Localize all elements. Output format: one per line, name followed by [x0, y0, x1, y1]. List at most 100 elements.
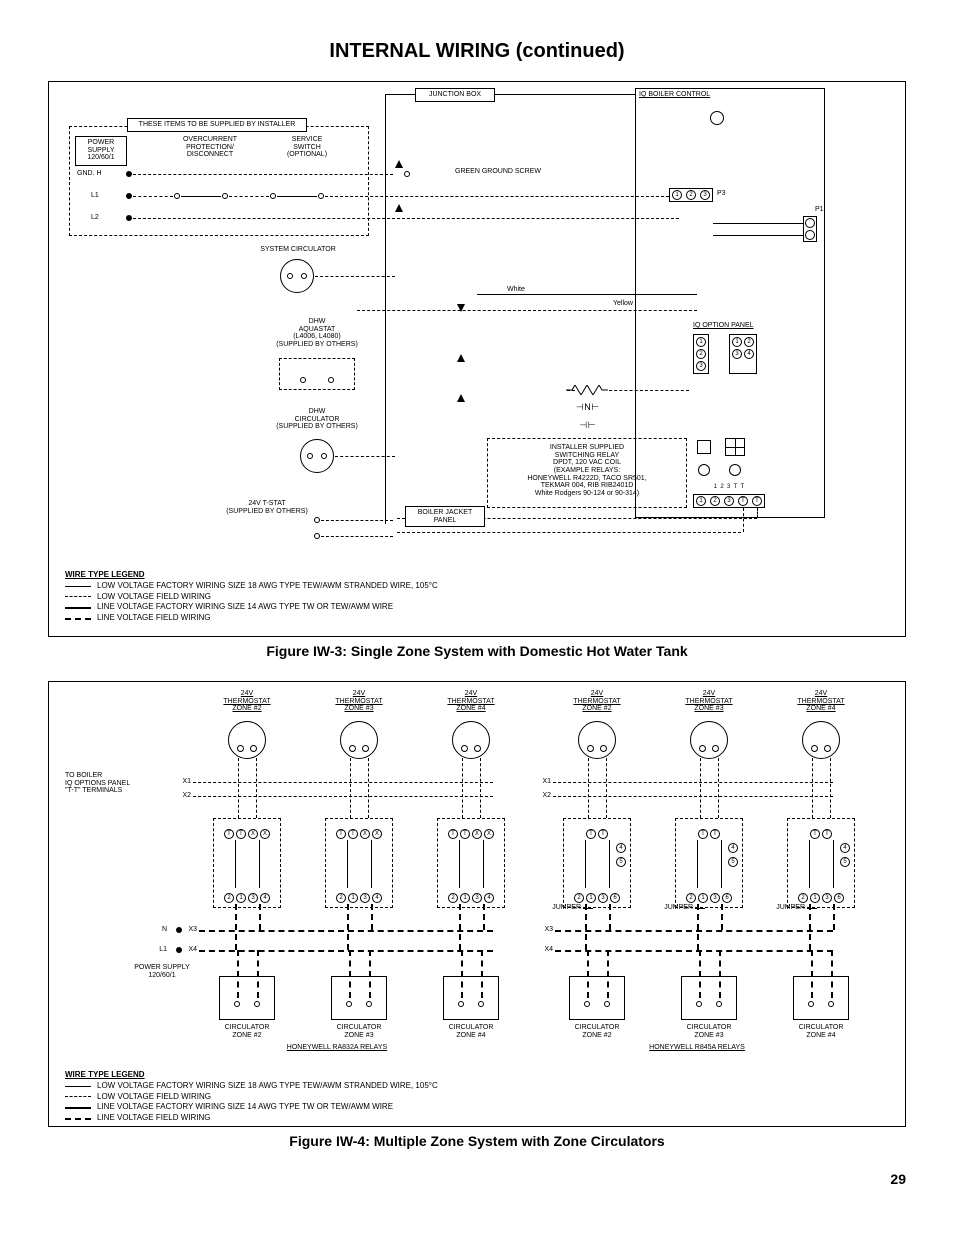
- relay-int-a-4: [697, 840, 698, 888]
- l1-label-iw4: L1: [149, 946, 167, 954]
- tt-numbers: 1 2 3 T T: [693, 484, 765, 491]
- overcurrent-label: OVERCURRENT PROTECTION/ DISCONNECT: [175, 136, 245, 159]
- x2-bus-r: [553, 796, 833, 797]
- option-left-1: 1: [696, 337, 706, 347]
- relay-top-term-2-3: X: [484, 829, 494, 839]
- circ-feed-b-0: [257, 950, 259, 998]
- figure-iw4-frame: TO BOILER IQ OPTIONS PANEL "T-T" TERMINA…: [48, 681, 906, 1127]
- relay-side-term-3-0: 4: [616, 843, 626, 853]
- option-right-4: 4: [744, 349, 754, 359]
- relay-nc-contact-icon: ⊣ ⊢: [579, 421, 594, 431]
- relay-int-a-0: [235, 840, 236, 888]
- circ-label-3: CIRCULATOR ZONE #2: [563, 1024, 631, 1039]
- circ-t2-2: [478, 1001, 484, 1007]
- tt-term-3: 3: [724, 496, 734, 506]
- relay-bot-term-1-1: 1: [348, 893, 358, 903]
- figure-iw3-caption: Figure IW-3: Single Zone System with Dom…: [48, 643, 906, 659]
- tstat-header-3: 24V THERMOSTAT ZONE #2: [563, 690, 631, 713]
- x3-drop-4: [697, 904, 699, 950]
- system-circulator-label: SYSTEM CIRCULATOR: [243, 246, 353, 254]
- tstat-icon-3: [578, 721, 616, 759]
- circ-feed-a-5: [811, 950, 813, 998]
- l1-wire-c: [325, 196, 679, 197]
- relay-bot-term-4-2: 3: [710, 893, 720, 903]
- power-supply-iw4: POWER SUPPLY 120/60/1: [117, 964, 207, 979]
- relay-bot-term-0-3: 4: [260, 893, 270, 903]
- tstat-drop-a-1: [350, 758, 351, 818]
- circ-label-1: CIRCULATOR ZONE #3: [325, 1024, 393, 1039]
- gnd-wire: [133, 174, 393, 175]
- legend-iw4-row-1: LOW VOLTAGE FACTORY WIRING SIZE 18 AWG T…: [65, 1081, 438, 1092]
- boiler-jacket-panel-label: BOILER JACKET PANEL: [405, 506, 485, 527]
- p1-term-top: [805, 218, 815, 228]
- tt-term-t2: T: [752, 496, 762, 506]
- l2-label: L2: [91, 214, 99, 222]
- circ-label-2: CIRCULATOR ZONE #4: [437, 1024, 505, 1039]
- jumper-label-4: JUMPER: [653, 904, 693, 912]
- tstat-header-1: 24V THERMOSTAT ZONE #3: [325, 690, 393, 713]
- l2-wire: [133, 218, 679, 219]
- relay-int-b-5: [833, 840, 834, 888]
- junction-box-top-right: [495, 94, 635, 95]
- junction-box-left-edge: [385, 94, 386, 524]
- x4-drop-5: [833, 904, 835, 930]
- control-mount-hole-icon: [710, 111, 724, 125]
- legend-row-4: LINE VOLTAGE FIELD WIRING: [65, 613, 438, 624]
- legend-iw4-row-4: LINE VOLTAGE FIELD WIRING: [65, 1113, 438, 1124]
- yellow-wire-run: [357, 310, 697, 311]
- circ-t2-1: [366, 1001, 372, 1007]
- relay-top-term-2-0: T: [448, 829, 458, 839]
- relay-bot-term-2-1: 1: [460, 893, 470, 903]
- relays-right-label: HONEYWELL R845A RELAYS: [617, 1044, 777, 1052]
- legend-iw4-row-2: LOW VOLTAGE FIELD WIRING: [65, 1092, 438, 1103]
- x4-drop-0: [259, 904, 261, 930]
- circ-box-5: [793, 976, 849, 1020]
- tstat-icon-5: [802, 721, 840, 759]
- relay-top-term-0-3: X: [260, 829, 270, 839]
- x3-drop-3: [585, 904, 587, 950]
- circ-feed-b-5: [831, 950, 833, 998]
- legend-row-2: LOW VOLTAGE FIELD WIRING: [65, 592, 438, 603]
- circ-t2-0: [254, 1001, 260, 1007]
- jumper-label-5: JUMPER: [765, 904, 805, 912]
- relay-bot-term-5-3: 6: [834, 893, 844, 903]
- x4-drop-4: [721, 904, 723, 930]
- figure-iw3-frame: JUNCTION BOX IQ BOILER CONTROL THESE ITE…: [48, 81, 906, 637]
- ctl-square-1: [697, 440, 711, 454]
- l1-terminal: [126, 193, 132, 199]
- x3-drop-5: [809, 904, 811, 950]
- relay-bot-term-1-2: 3: [360, 893, 370, 903]
- relay-side-term-3-1: 5: [616, 857, 626, 867]
- circ-label-4: CIRCULATOR ZONE #3: [675, 1024, 743, 1039]
- circ-feed-a-4: [699, 950, 701, 998]
- figure-iw4-diagram: TO BOILER IQ OPTIONS PANEL "T-T" TERMINA…: [57, 688, 897, 1118]
- aquastat-t1: [300, 377, 306, 383]
- tstat-icon-1: [340, 721, 378, 759]
- relay-top-term-1-2: X: [360, 829, 370, 839]
- white-wire-label: White: [507, 286, 525, 294]
- relay-top-term-1-1: T: [348, 829, 358, 839]
- tstat-wire-b: [397, 532, 741, 533]
- legend-iw3: WIRE TYPE LEGEND LOW VOLTAGE FACTORY WIR…: [65, 570, 438, 624]
- overcurrent-out: [222, 193, 228, 199]
- circ-t1-3: [584, 1001, 590, 1007]
- tstat-label: 24V T-STAT (SUPPLIED BY OTHERS): [207, 500, 327, 515]
- tstat-drop-a-4: [700, 758, 701, 818]
- gnd-terminal: [126, 171, 132, 177]
- pass-arrow-5: [457, 394, 465, 402]
- tt-term-1: 1: [696, 496, 706, 506]
- relay-bot-term-2-2: 3: [472, 893, 482, 903]
- option-left-3: 3: [696, 361, 706, 371]
- relay-bot-term-1-0: 2: [336, 893, 346, 903]
- relays-left-label: HONEYWELL RA832A RELAYS: [257, 1044, 417, 1052]
- circ-t1-5: [808, 1001, 814, 1007]
- tstat-drop-b-4: [718, 758, 719, 818]
- relay-no-contact-icon: ⊣ N ⊢: [576, 403, 598, 413]
- gnd-label: GND. H: [77, 170, 102, 178]
- junction-box-label: JUNCTION BOX: [415, 88, 495, 102]
- relay-top-term-5-0: T: [810, 829, 820, 839]
- x3-drop-1: [347, 904, 349, 950]
- tstat-drop-a-3: [588, 758, 589, 818]
- option-right-2: 2: [744, 337, 754, 347]
- ground-screw-icon: [404, 171, 410, 177]
